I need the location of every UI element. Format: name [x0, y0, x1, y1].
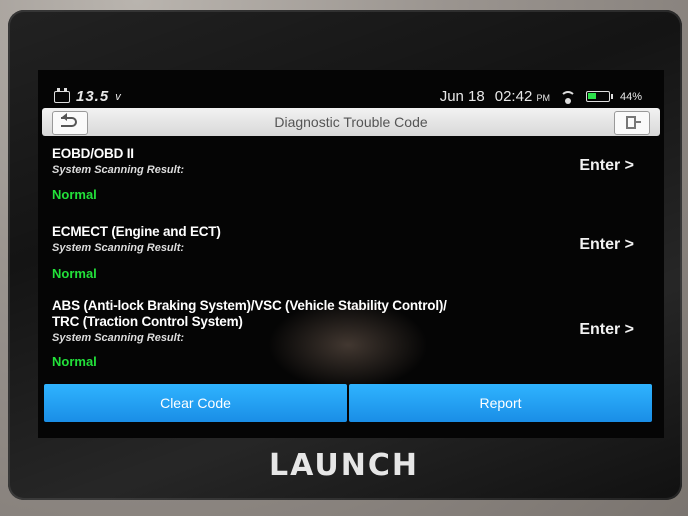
action-bar: Clear Code Report — [44, 384, 652, 422]
exit-icon — [626, 116, 641, 129]
system-status: Normal — [52, 187, 97, 202]
status-date: Jun 18 — [439, 88, 485, 105]
system-name-line2: TRC (Traction Control System) — [52, 314, 243, 329]
system-list: EOBD/OBD II System Scanning Result: Norm… — [38, 142, 664, 384]
wifi-icon — [559, 90, 576, 104]
battery-icon — [585, 91, 613, 102]
title-bar: Diagnostic Trouble Code — [42, 108, 660, 136]
system-row-abs[interactable]: ABS (Anti-lock Braking System)/VSC (Vehi… — [38, 294, 664, 384]
system-name: ECMECT (Engine and ECT) — [52, 224, 221, 239]
scan-result-label: System Scanning Result: — [52, 242, 185, 254]
enter-button[interactable]: Enter > — [579, 321, 634, 339]
brand-logo: LAUNCH — [268, 448, 419, 483]
scan-result-label: System Scanning Result: — [52, 164, 185, 176]
battery-fill — [587, 93, 596, 99]
voltage-value: 13.5 — [76, 88, 110, 105]
system-row-obd[interactable]: EOBD/OBD II System Scanning Result: Norm… — [38, 142, 664, 218]
time-ampm: PM — [536, 93, 550, 103]
system-status: Normal — [52, 354, 97, 369]
status-time: 02:42 PM — [495, 88, 550, 105]
system-name: ABS (Anti-lock Braking System)/VSC (Vehi… — [52, 298, 447, 313]
system-name: EOBD/OBD II — [52, 146, 134, 161]
report-button[interactable]: Report — [349, 384, 652, 422]
system-status: Normal — [52, 266, 97, 281]
exit-button[interactable] — [614, 111, 650, 135]
enter-button[interactable]: Enter > — [579, 236, 634, 254]
voltage-unit: v — [115, 90, 121, 103]
battery-percent: 44% — [619, 90, 642, 103]
time-value: 02:42 — [494, 88, 533, 105]
enter-button[interactable]: Enter > — [579, 157, 634, 175]
page-title: Diagnostic Trouble Code — [274, 114, 428, 130]
system-row-engine[interactable]: ECMECT (Engine and ECT) System Scanning … — [38, 218, 664, 294]
car-battery-icon — [54, 87, 70, 103]
scan-result-label: System Scanning Result: — [52, 332, 185, 344]
device-screen: 13.5 v Jun 18 02:42 PM 44% Diagnostic Tr… — [38, 70, 664, 438]
status-bar: 13.5 v Jun 18 02:42 PM 44% — [38, 87, 664, 108]
clear-code-button[interactable]: Clear Code — [44, 384, 347, 422]
voltage-readout: 13.5 v — [54, 87, 121, 105]
status-right: Jun 18 02:42 PM 44% — [440, 88, 642, 105]
